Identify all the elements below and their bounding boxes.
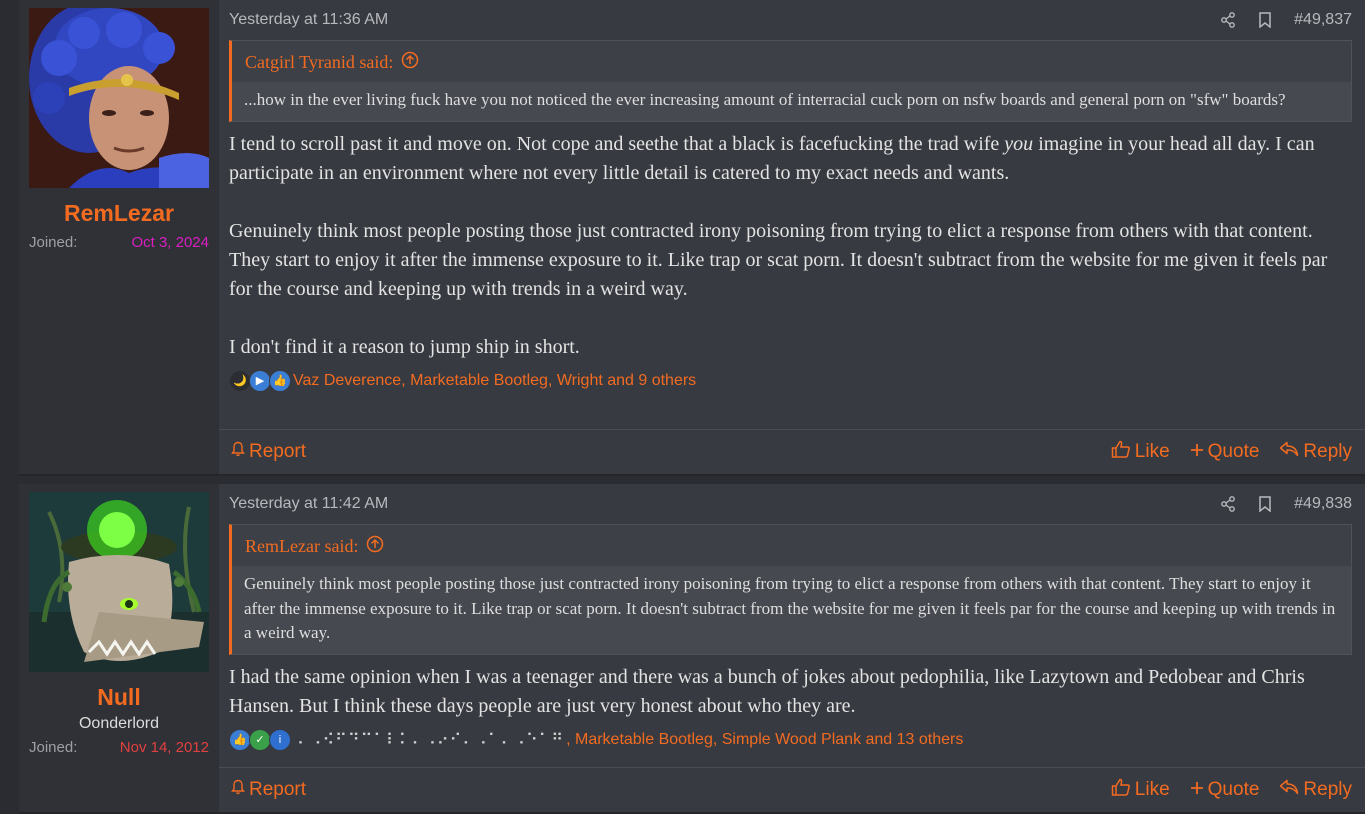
user-cell: Null Oonderlord Joined: Nov 14, 2012 (19, 484, 219, 812)
joined-row: Joined: Nov 14, 2012 (19, 739, 219, 756)
plus-icon (1190, 779, 1204, 801)
reaction-user-braille[interactable]: ⠄⠠⠪⠋⠙⠉⠁⠇⠅⠄⠠⠔⠊⠄⠠⠁⠄⠠⠑⠁⠛ (297, 730, 564, 750)
info-reaction-icon: i (269, 728, 291, 751)
joined-date: Oct 3, 2024 (131, 234, 209, 251)
post: Null Oonderlord Joined: Nov 14, 2012 Yes… (19, 484, 1365, 814)
message-cell: Yesterday at 11:42 AM #49,838 RemLezar s… (219, 484, 1365, 812)
projector-reaction-icon: ▶ (249, 369, 271, 392)
reply-arrow-icon (1279, 779, 1299, 801)
share-icon[interactable] (1220, 12, 1236, 28)
post-timestamp[interactable]: Yesterday at 11:42 AM (229, 495, 388, 513)
reply-button[interactable]: Reply (1279, 779, 1352, 801)
avatar[interactable] (29, 492, 209, 672)
message-paragraph: I don't find it a reason to jump ship in… (229, 335, 580, 358)
quote-text: Genuinely think most people posting thos… (232, 566, 1351, 654)
post: RemLezar Joined: Oct 3, 2024 Yesterday a… (19, 0, 1365, 476)
quote-header[interactable]: RemLezar said: (232, 525, 1351, 566)
joined-label: Joined: (29, 234, 78, 251)
message-paragraph: I tend to scroll past it and move on. No… (229, 132, 1315, 184)
post-number[interactable]: #49,837 (1294, 11, 1352, 29)
quote-button[interactable]: Quote (1190, 779, 1259, 801)
report-button[interactable]: Report (231, 441, 306, 463)
joined-date: Nov 14, 2012 (119, 739, 209, 756)
quote-text: ...how in the ever living fuck have you … (232, 82, 1351, 121)
user-title: Oonderlord (78, 715, 160, 732)
message-paragraph: I had the same opinion when I was a teen… (229, 665, 1305, 717)
bookmark-icon[interactable] (1258, 12, 1272, 28)
post-meta: Yesterday at 11:42 AM #49,838 (229, 484, 1352, 524)
reactions-bar[interactable]: 🌙 ▶ 👍 Vaz Deverence, Marketable Bootleg,… (229, 369, 1352, 392)
message-cell: Yesterday at 11:36 AM #49,837 Catgirl Ty… (219, 0, 1365, 474)
post-number[interactable]: #49,838 (1294, 495, 1352, 513)
like-button[interactable]: Like (1111, 778, 1170, 802)
quote-button[interactable]: Quote (1190, 441, 1259, 463)
reply-button[interactable]: Reply (1279, 441, 1352, 463)
arrow-up-circle-icon[interactable] (401, 51, 419, 74)
joined-row: Joined: Oct 3, 2024 (19, 234, 219, 251)
thumbs-up-icon (1111, 440, 1131, 464)
message-body: I had the same opinion when I was a teen… (229, 663, 1352, 721)
quote-header[interactable]: Catgirl Tyranid said: (232, 41, 1351, 82)
username[interactable]: RemLezar (19, 198, 219, 228)
moon-reaction-icon: 🌙 (229, 369, 251, 392)
thumbs-up-icon (1111, 778, 1131, 802)
quote-author[interactable]: RemLezar said: (245, 536, 358, 557)
bookmark-icon[interactable] (1258, 496, 1272, 512)
plus-icon (1190, 441, 1204, 463)
blockquote: Catgirl Tyranid said: ...how in the ever… (229, 40, 1352, 122)
quote-author[interactable]: Catgirl Tyranid said: (245, 52, 393, 73)
check-reaction-icon: ✓ (249, 728, 271, 751)
thumbs-up-reaction-icon: 👍 (269, 369, 291, 392)
joined-label: Joined: (29, 739, 78, 756)
avatar[interactable] (29, 8, 209, 188)
like-button[interactable]: Like (1111, 440, 1170, 464)
share-icon[interactable] (1220, 496, 1236, 512)
report-button[interactable]: Report (231, 779, 306, 801)
arrow-up-circle-icon[interactable] (366, 535, 384, 558)
reactions-bar[interactable]: 👍 ✓ i ⠄⠠⠪⠋⠙⠉⠁⠇⠅⠄⠠⠔⠊⠄⠠⠁⠄⠠⠑⠁⠛ , Marketable… (229, 728, 1352, 751)
reactions-list[interactable]: , Marketable Bootleg, Simple Wood Plank … (566, 731, 963, 749)
post-meta: Yesterday at 11:36 AM #49,837 (229, 0, 1352, 40)
post-timestamp[interactable]: Yesterday at 11:36 AM (229, 11, 388, 29)
user-cell: RemLezar Joined: Oct 3, 2024 (19, 0, 219, 474)
reply-arrow-icon (1279, 441, 1299, 463)
thumbs-up-reaction-icon: 👍 (229, 728, 251, 751)
message-body: I tend to scroll past it and move on. No… (229, 130, 1352, 362)
post-footer: Report Like Quote Reply (219, 429, 1365, 474)
message-paragraph: Genuinely think most people posting thos… (229, 219, 1328, 300)
username[interactable]: Null (19, 682, 219, 712)
bell-icon (231, 779, 245, 801)
blockquote: RemLezar said: Genuinely think most peop… (229, 524, 1352, 655)
bell-icon (231, 441, 245, 463)
reactions-list[interactable]: Vaz Deverence, Marketable Bootleg, Wrigh… (293, 372, 696, 390)
post-footer: Report Like Quote Reply (219, 767, 1365, 812)
